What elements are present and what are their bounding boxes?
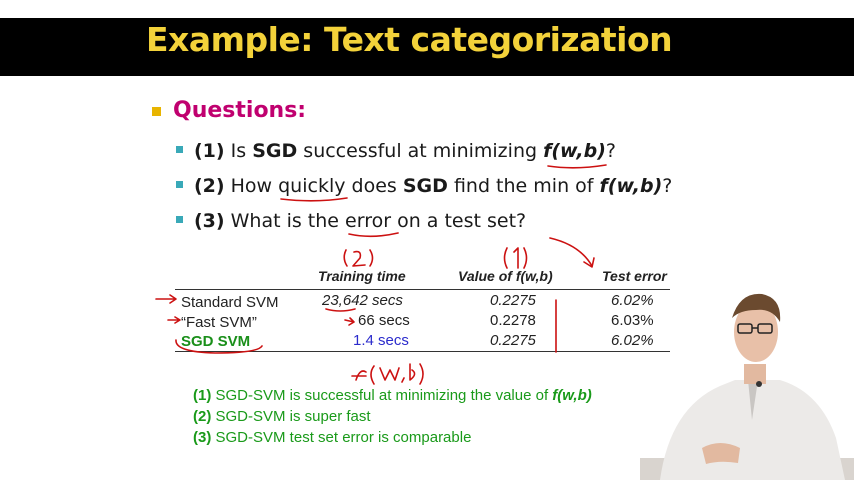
sub-bullet-icon <box>176 216 183 223</box>
title-bar: Example: Text categorization <box>0 18 854 76</box>
header-test-error: Test error <box>602 268 667 284</box>
sub-bullet-icon <box>176 181 183 188</box>
arrowhead-stroke <box>583 257 595 268</box>
row-time: 1.4 secs <box>353 332 409 349</box>
question-formula: f(w,b) <box>599 175 663 197</box>
conclusion-text: SGD-SVM test set error is comparable <box>211 429 472 446</box>
bullet-icon <box>152 107 161 116</box>
underline-stroke <box>547 164 607 169</box>
question-text: ? <box>662 175 673 197</box>
paren-stroke <box>370 365 375 385</box>
question-text: find the min of <box>447 175 600 197</box>
question-1: (1) Is SGD successful at minimizing f(w,… <box>176 140 616 162</box>
row-name: “Fast SVM” <box>181 314 257 331</box>
digit-stroke <box>513 247 519 269</box>
sub-bullet-icon <box>176 146 183 153</box>
arrow-stroke <box>549 237 593 267</box>
table-bottom-rule <box>175 351 670 352</box>
scribble-stroke <box>351 370 367 381</box>
row-time: 23,642 secs <box>322 292 403 309</box>
scribble-stroke <box>409 363 416 381</box>
conclusion-1: (1) SGD-SVM is successful at minimizing … <box>193 387 592 404</box>
arrow-stroke <box>167 316 181 324</box>
row-value: 0.2278 <box>490 312 536 329</box>
conclusion-number: (3) <box>193 429 212 446</box>
questions-heading: Questions: <box>173 98 307 123</box>
question-number: (3) <box>194 210 225 232</box>
conclusion-3: (3) SGD-SVM test set error is comparable <box>193 429 471 446</box>
underline-stroke <box>280 197 348 202</box>
paren-stroke <box>503 247 508 269</box>
header-training-time: Training time <box>318 268 406 284</box>
row-value: 0.2275 <box>490 332 536 349</box>
digit-stroke <box>352 250 366 267</box>
paren-stroke <box>369 249 374 267</box>
scribble-stroke <box>401 377 405 383</box>
slide-title: Example: Text categorization <box>146 20 673 59</box>
question-bold: SGD <box>402 175 448 197</box>
conclusion-2: (2) SGD-SVM is super fast <box>193 408 371 425</box>
scribble-stroke <box>379 367 400 381</box>
question-3: (3) What is the error on a test set? <box>176 210 526 232</box>
arrow-stroke <box>155 294 177 304</box>
question-text: What is the error on a test set? <box>224 210 527 232</box>
row-time: 66 secs <box>358 312 410 329</box>
presenter-video <box>640 293 854 480</box>
question-text: How quickly does <box>224 175 403 197</box>
question-number: (1) <box>194 140 225 162</box>
conclusion-text: SGD-SVM is successful at minimizing the … <box>211 387 553 404</box>
question-bold: SGD <box>252 140 298 162</box>
question-number: (2) <box>194 175 225 197</box>
paren-stroke <box>419 363 424 385</box>
underline-stroke <box>348 232 399 238</box>
question-text: Is <box>224 140 253 162</box>
arrow-stroke <box>344 317 355 326</box>
question-formula: f(w,b) <box>543 140 606 162</box>
conclusion-number: (1) <box>193 387 212 404</box>
question-text: successful at minimizing <box>297 140 544 162</box>
row-name-sgd: SGD SVM <box>181 333 251 350</box>
conclusion-number: (2) <box>193 408 212 425</box>
row-value: 0.2275 <box>490 292 536 309</box>
paren-stroke <box>523 247 528 269</box>
underline-stroke <box>325 308 356 312</box>
table-top-rule <box>175 289 670 290</box>
row-name: Standard SVM <box>181 294 279 311</box>
conclusion-formula: f(w,b) <box>552 387 592 404</box>
conclusion-text: SGD-SVM is super fast <box>211 408 371 425</box>
header-value: Value of f(w,b) <box>458 268 553 284</box>
question-2: (2) How quickly does SGD find the min of… <box>176 175 672 197</box>
paren-stroke <box>343 249 348 267</box>
question-text: ? <box>605 140 616 162</box>
